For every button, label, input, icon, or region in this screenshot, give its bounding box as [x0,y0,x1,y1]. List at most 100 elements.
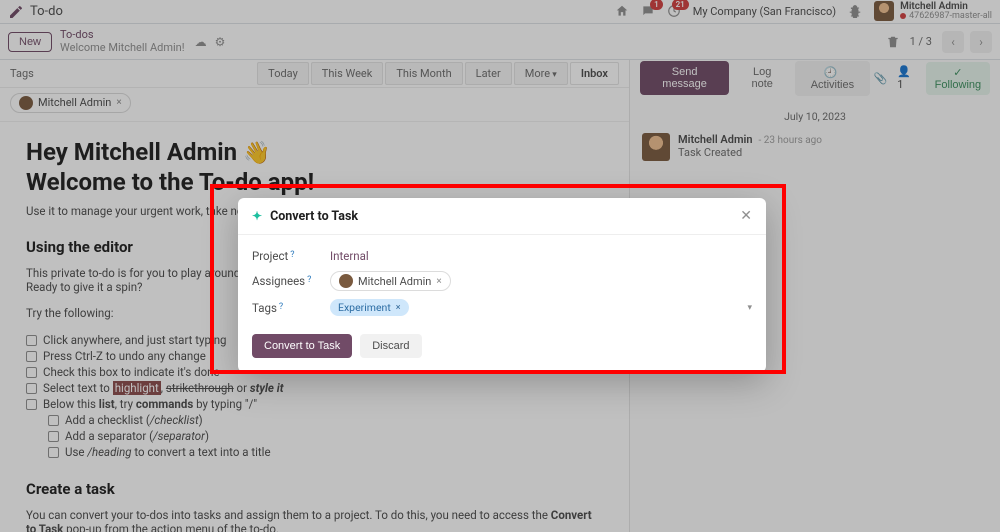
checkbox-icon[interactable] [48,431,59,442]
help-icon[interactable]: ? [307,275,311,285]
convert-to-task-modal: ✦ Convert to Task ✕ Project? Internal As… [238,198,766,372]
pager-next[interactable]: › [970,31,992,53]
pager-block: 1 / 3 ‹ › [882,31,992,53]
user-text: Mitchell Admin 47626987-master-all [900,1,992,22]
form-row-assignees: Assignees? Mitchell Admin × [252,267,752,295]
global-header: To-do 1 21 My Company (San Francisco) Mi… [0,0,1000,24]
message-body: Task Created [678,146,822,159]
control-bar: New To-dos Welcome Mitchell Admin! ☁ ⚙ 1… [0,24,1000,60]
debug-icon[interactable] [848,4,862,18]
list-item[interactable]: Below this list, try commands by typing … [26,396,603,412]
tags-label: Tags? [252,301,316,315]
follow-button[interactable]: ✓ Following [926,62,990,95]
assignee-chip[interactable]: Mitchell Admin × [10,93,131,113]
close-icon[interactable]: ✕ [740,208,752,224]
checkbox-icon[interactable] [26,367,37,378]
modal-header: ✦ Convert to Task ✕ [238,198,766,235]
gear-icon[interactable]: ⚙ [215,35,226,49]
checkbox-icon[interactable] [26,351,37,362]
form-row-tags: Tags? Experiment × ▾ [252,295,752,320]
clock-icon: 🕘 [824,67,838,79]
tag-chip[interactable]: Experiment × [330,299,409,316]
header-left: To-do [8,4,63,20]
assignees-label: Assignees? [252,274,316,288]
help-icon[interactable]: ? [279,302,283,312]
message-author: Mitchell Admin [678,133,753,146]
tab-this-month[interactable]: This Month [385,62,462,85]
stage-tabs: Today This Week This Month Later More In… [257,62,619,85]
remove-tag-icon[interactable]: × [396,303,401,313]
app-icon [8,4,24,20]
checkbox-icon[interactable] [26,335,37,346]
checklist-nested: Add a checklist (/checklist) Add a separ… [48,412,603,460]
doc-create-p1: You can convert your to-dos into tasks a… [26,508,603,532]
tab-later[interactable]: Later [465,62,512,85]
header-right: 1 21 My Company (San Francisco) Mitchell… [615,1,992,22]
doc-title-line2: Welcome to the To-do app! [26,168,603,196]
list-item[interactable]: Add a separator (/separator) [48,428,603,444]
company-switcher[interactable]: My Company (San Francisco) [693,5,836,18]
new-button[interactable]: New [8,32,52,52]
activities-button[interactable]: 🕘Activities [795,61,869,96]
list-item[interactable]: Use /heading to convert a text into a ti… [48,444,603,460]
trash-icon[interactable] [882,31,904,53]
attachment-icon[interactable]: 📎 [874,72,888,85]
activities-badge: 21 [672,0,689,10]
project-field[interactable]: Internal [330,249,369,263]
remove-chip-icon[interactable]: × [436,276,441,287]
chevron-down-icon[interactable]: ▾ [747,303,752,313]
tags-field-label[interactable]: Tags [10,67,34,80]
help-icon[interactable]: ? [290,250,294,260]
home-icon[interactable] [615,4,629,18]
cloud-save-icon[interactable]: ☁ [195,35,207,49]
list-item[interactable]: Select text to highlight, strikethrough … [26,380,603,396]
pager-text[interactable]: 1 / 3 [910,35,932,48]
checkbox-icon[interactable] [26,383,37,394]
doc-title-line1: Hey Mitchell Admin 👋 [26,138,603,166]
breadcrumb-actions: ☁ ⚙ [195,35,226,49]
remove-chip-icon[interactable]: × [116,97,121,108]
checkbox-icon[interactable] [26,399,37,410]
app-title: To-do [30,4,63,19]
message-time: - 23 hours ago [759,135,822,146]
user-avatar [874,1,894,21]
form-row-project: Project? Internal [252,245,752,267]
chatter-date-separator: July 10, 2023 [642,110,988,123]
list-item[interactable]: Add a checklist (/checklist) [48,412,603,428]
activities-icon[interactable]: 21 [667,4,681,18]
assignee-chip-label: Mitchell Admin [38,96,111,109]
messaging-icon[interactable]: 1 [641,4,655,18]
modal-title: ✦ Convert to Task [252,209,358,224]
tab-inbox[interactable]: Inbox [570,62,619,85]
checkbox-icon[interactable] [48,415,59,426]
tags-row: Tags Today This Week This Month Later Mo… [0,60,629,88]
avatar-icon [339,274,353,288]
user-menu[interactable]: Mitchell Admin 47626987-master-all [874,1,992,22]
breadcrumb-current: Welcome Mitchell Admin! [60,42,185,55]
assignee-chip[interactable]: Mitchell Admin × [330,271,451,291]
message-avatar [642,133,670,161]
sparkle-icon: ✦ [252,209,262,223]
send-message-button[interactable]: Send message [640,61,729,95]
convert-button[interactable]: Convert to Task [252,334,352,358]
project-label: Project? [252,249,316,263]
checkbox-icon[interactable] [48,447,59,458]
followers-count[interactable]: 👤 1 [897,65,916,91]
h2-create-task: Create a task [26,480,603,498]
tab-this-week[interactable]: This Week [311,62,384,85]
assignees-row: Mitchell Admin × [0,88,629,122]
modal-footer: Convert to Task Discard [238,324,766,362]
log-note-button[interactable]: Log note [733,61,791,95]
messaging-badge: 1 [650,0,663,10]
breadcrumb-parent[interactable]: To-dos [60,29,185,42]
tab-more[interactable]: More [514,62,568,85]
pager-prev[interactable]: ‹ [942,31,964,53]
breadcrumb: To-dos Welcome Mitchell Admin! [60,29,185,54]
modal-body: Project? Internal Assignees? Mitchell Ad… [238,235,766,324]
avatar-icon [19,96,33,110]
user-database: 47626987-master-all [900,12,992,22]
chatter-tools: 📎 👤 1 ✓ Following [874,62,990,95]
chatter-actions: Send message Log note 🕘Activities 📎 👤 1 … [630,60,1000,96]
discard-button[interactable]: Discard [360,334,421,358]
tab-today[interactable]: Today [257,62,309,85]
